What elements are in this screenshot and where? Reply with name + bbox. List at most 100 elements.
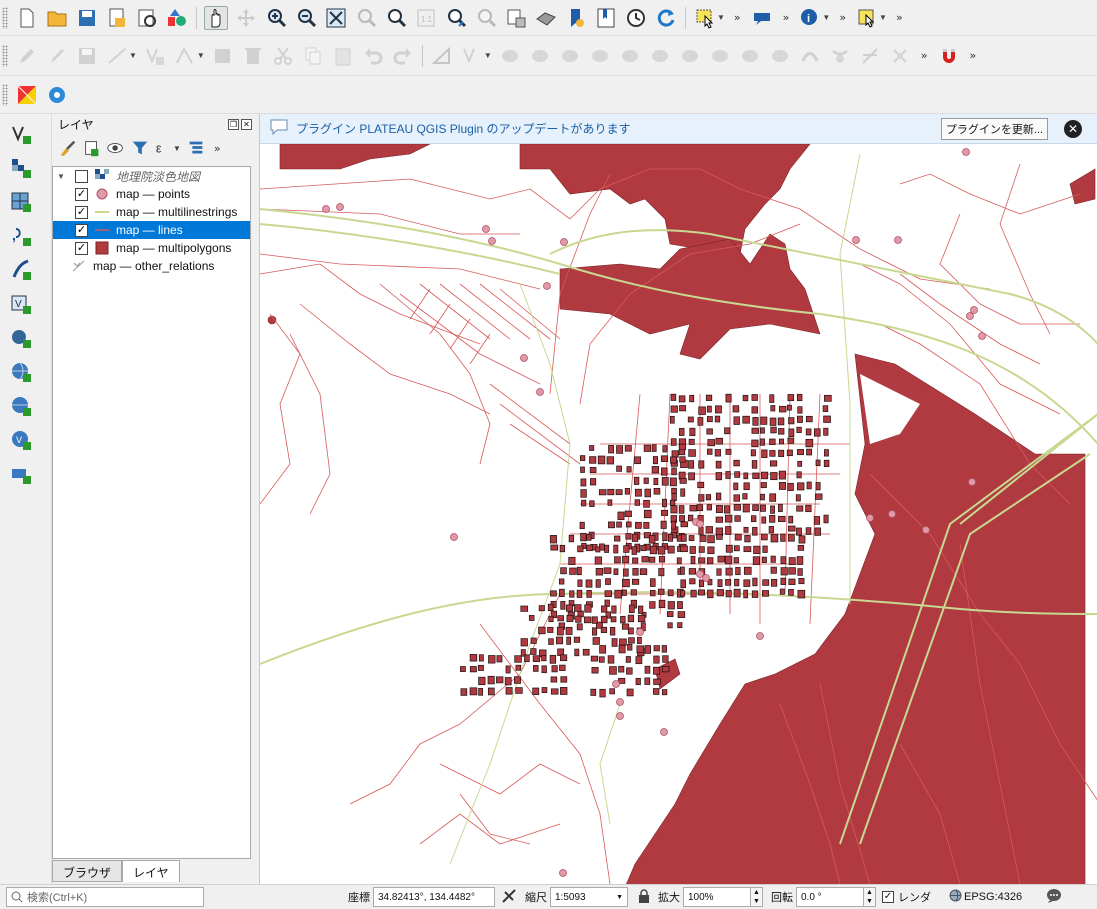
refresh-icon[interactable] (654, 6, 678, 30)
expand-all-icon[interactable] (186, 136, 206, 160)
toolbar-overflow-icon[interactable]: » (783, 11, 790, 24)
dropdown-arrow-icon[interactable]: ▼ (173, 144, 181, 153)
add-part-icon[interactable] (678, 44, 702, 68)
add-delimited-text-icon[interactable]: , (8, 222, 34, 250)
reshape-features-icon[interactable] (460, 44, 484, 68)
add-spatialite-icon[interactable] (8, 256, 34, 284)
zoom-next-icon[interactable] (474, 6, 498, 30)
toolbar-overflow-icon[interactable]: » (970, 49, 977, 62)
delete-part-icon[interactable] (768, 44, 792, 68)
plugin-settings-icon[interactable] (45, 83, 69, 107)
toggle-editing-icon[interactable] (45, 44, 69, 68)
delete-ring-icon[interactable] (738, 44, 762, 68)
reshape-icon[interactable] (798, 44, 822, 68)
vertex-tool-icon[interactable] (173, 44, 197, 68)
dropdown-arrow-icon[interactable]: ▼ (879, 13, 887, 22)
locator-search-input[interactable]: 検索(Ctrl+K) (6, 887, 204, 907)
toolbar-grip[interactable] (2, 6, 8, 29)
layer-row-multipolygons[interactable]: ✓ map — multipolygons (53, 239, 250, 257)
open-project-icon[interactable] (45, 6, 69, 30)
cut-features-icon[interactable] (271, 44, 295, 68)
add-raster-layer-icon[interactable] (8, 154, 34, 182)
zoom-last-icon[interactable] (444, 6, 468, 30)
new-project-icon[interactable] (15, 6, 39, 30)
collapse-arrow-icon[interactable]: ▼ (57, 172, 69, 181)
delete-selected-icon[interactable] (241, 44, 265, 68)
dropdown-arrow-icon[interactable]: ▼ (129, 51, 137, 60)
zoom-out-icon[interactable] (294, 6, 318, 30)
save-edits-icon[interactable] (75, 44, 99, 68)
toolbar-overflow-icon[interactable]: » (839, 11, 846, 24)
lock-scale-icon[interactable] (638, 888, 650, 906)
filter-expression-icon[interactable]: ε (154, 136, 174, 160)
update-plugin-button[interactable]: プラグインを更新... (940, 117, 1048, 140)
render-checkbox[interactable]: ✓ (882, 891, 894, 903)
float-panel-icon[interactable]: ❐ (228, 118, 239, 130)
layer-visibility-checkbox[interactable]: ✓ (75, 187, 88, 201)
add-wfs-icon[interactable] (8, 392, 34, 420)
toolbar-overflow-icon[interactable]: » (921, 49, 928, 62)
undo-icon[interactable] (361, 44, 385, 68)
crs-label[interactable]: EPSG:4326 (964, 891, 1022, 903)
layer-visibility-checkbox[interactable]: ✓ (75, 223, 88, 237)
offset-curve-icon[interactable] (498, 44, 522, 68)
identify-icon[interactable]: i (798, 6, 822, 30)
layer-row-multilinestrings[interactable]: ✓ map — multilinestrings (53, 203, 250, 221)
manage-visibility-icon[interactable] (106, 136, 126, 160)
move-feature-icon[interactable] (858, 44, 882, 68)
close-panel-icon[interactable]: ✕ (241, 118, 252, 130)
tab-layers[interactable]: レイヤ (122, 860, 180, 882)
pan-to-selection-icon[interactable] (234, 6, 258, 30)
add-feature-icon[interactable] (143, 44, 167, 68)
bookmark-new-icon[interactable] (564, 6, 588, 30)
dropdown-arrow-icon[interactable]: ▼ (197, 51, 205, 60)
add-postgis-icon[interactable] (8, 324, 34, 352)
new-print-layout-icon[interactable] (105, 6, 129, 30)
scale-combobox[interactable]: 1:5093 ▼ (550, 887, 628, 907)
new-3d-view-icon[interactable] (534, 6, 558, 30)
dropdown-arrow-icon[interactable]: ▼ (484, 51, 492, 60)
show-bookmarks-icon[interactable] (594, 6, 618, 30)
tab-browser[interactable]: ブラウザ (52, 860, 123, 882)
zoom-to-layer-icon[interactable] (384, 6, 408, 30)
offset-icon[interactable] (828, 44, 852, 68)
zoom-full-icon[interactable] (324, 6, 348, 30)
style-layer-icon[interactable] (58, 136, 78, 160)
new-map-view-icon[interactable] (504, 6, 528, 30)
toolbar-grip[interactable] (2, 44, 8, 67)
save-project-icon[interactable] (75, 6, 99, 30)
magnifier-field[interactable]: 100% (683, 887, 751, 907)
toolbar-grip[interactable] (2, 83, 8, 106)
toolbar-overflow-icon[interactable]: » (734, 11, 741, 24)
redo-icon[interactable] (391, 44, 415, 68)
layout-manager-icon[interactable] (135, 6, 159, 30)
close-message-icon[interactable]: ✕ (1064, 119, 1082, 138)
pan-map-icon[interactable] (204, 5, 228, 30)
zoom-in-icon[interactable] (264, 6, 288, 30)
map-canvas[interactable]: プラグイン PLATEAU QGIS Plugin のアップデートがあります プ… (259, 114, 1097, 884)
dropdown-arrow-icon[interactable]: ▼ (717, 13, 725, 22)
select-location-icon[interactable] (855, 6, 879, 30)
digitize-icon[interactable] (105, 44, 129, 68)
rotate-features-icon[interactable] (588, 44, 612, 68)
advanced-digitize-icon[interactable] (430, 44, 454, 68)
edit-pencil-icon[interactable] (15, 44, 39, 68)
add-ring-icon[interactable] (648, 44, 672, 68)
rotation-field[interactable]: 0.0 ° (796, 887, 864, 907)
rotation-spinner[interactable]: ▲ ▼ (864, 887, 876, 907)
toolbar-overflow-icon[interactable]: » (896, 11, 903, 24)
zoom-to-selection-icon[interactable] (354, 6, 378, 30)
layer-row-basemap[interactable]: ▼ 地理院淡色地図 (53, 167, 250, 185)
coordinate-toggle-icon[interactable] (501, 888, 517, 907)
add-mesh-layer-icon[interactable] (8, 188, 34, 216)
paste-features-icon[interactable] (331, 44, 355, 68)
filter-legend-icon[interactable] (130, 136, 150, 160)
add-group-icon[interactable] (82, 136, 102, 160)
layer-row-other-relations[interactable]: map — other_relations (53, 257, 250, 275)
style-manager-icon[interactable] (165, 6, 189, 30)
layer-row-points[interactable]: ✓ map — points (53, 185, 250, 203)
layer-visibility-checkbox[interactable]: ✓ (75, 205, 88, 219)
select-features-icon[interactable] (693, 6, 717, 30)
add-wms-icon[interactable] (8, 358, 34, 386)
map-render[interactable] (260, 144, 1097, 884)
